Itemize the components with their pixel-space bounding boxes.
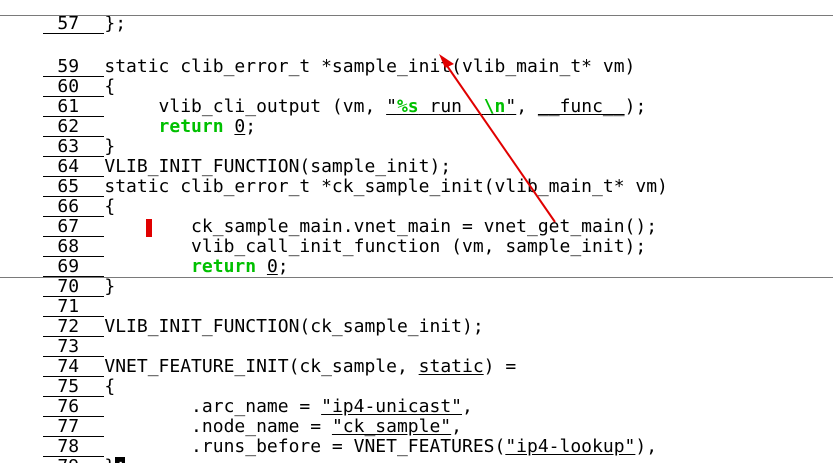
keyword-static: static bbox=[418, 356, 484, 377]
code-line: 62 return 0; bbox=[0, 97, 256, 137]
string-literal: "ip4-lookup" bbox=[505, 436, 636, 457]
code-segment: , bbox=[516, 96, 538, 117]
string-literal: "%s run \n" bbox=[386, 96, 516, 117]
keyword-return: return bbox=[191, 256, 257, 277]
code-line: 67 ck_sample_main.vnet_main = vnet_get_m… bbox=[0, 197, 657, 237]
code-line: 64 VLIB_INIT_FUNCTION(sample_init); bbox=[0, 137, 451, 177]
number-literal: 0 bbox=[234, 116, 246, 137]
code-line: 72 VLIB_INIT_FUNCTION(ck_sample_init); bbox=[0, 297, 484, 337]
code-text: }; bbox=[104, 456, 126, 463]
code-segment: ); bbox=[624, 96, 647, 117]
code-line: 77 .node_name = "ck_sample", bbox=[0, 397, 462, 437]
code-segment: , bbox=[462, 396, 473, 417]
code-text: return 0; bbox=[104, 116, 257, 137]
line-number: 57 bbox=[43, 14, 105, 34]
quote: " bbox=[505, 96, 517, 117]
code-segment: ) = bbox=[483, 356, 517, 377]
change-marker bbox=[146, 219, 152, 237]
string-text: run bbox=[418, 96, 484, 117]
code-segment: VNET_FEATURE_INIT(ck_sample, bbox=[104, 356, 419, 377]
code-line: 60{ bbox=[0, 57, 115, 97]
code-text: }; bbox=[104, 13, 127, 34]
keyword-return: return bbox=[158, 116, 224, 137]
text-cursor[interactable]: ; bbox=[115, 457, 126, 463]
number-literal: 0 bbox=[266, 256, 278, 277]
code-line: 59 static clib_error_t *sample_init(vlib_… bbox=[0, 37, 635, 77]
code-segment: } bbox=[104, 456, 115, 463]
code-segment: ), bbox=[635, 436, 658, 457]
code-line: 68 vlib_call_init_function (vm, sample_i… bbox=[0, 217, 646, 257]
code-line: 65 static clib_error_t *ck_sample_init(vl… bbox=[0, 157, 668, 197]
code-text: .runs_before = VNET_FEATURES("ip4-lookup… bbox=[104, 436, 657, 457]
code-text: VLIB_INIT_FUNCTION(ck_sample_init); bbox=[104, 316, 484, 337]
code-line: 74 VNET_FEATURE_INIT(ck_sample, static) = bbox=[0, 337, 516, 377]
code-line: 61 vlib_cli_output (vm, "%s run \n", __f… bbox=[0, 77, 646, 117]
code-line: 63} bbox=[0, 117, 115, 157]
code-text: } bbox=[104, 276, 116, 297]
code-segment: ; bbox=[277, 256, 289, 277]
code-text: VNET_FEATURE_INIT(ck_sample, static) = bbox=[104, 356, 516, 377]
code-line: 69 return 0; bbox=[0, 237, 289, 277]
code-line: 78 .runs_before = VNET_FEATURES("ip4-loo… bbox=[0, 417, 657, 457]
code-line: 71 bbox=[0, 277, 105, 317]
code-line: 66{ bbox=[0, 177, 115, 217]
quote: " bbox=[386, 96, 397, 117]
code-text: static clib_error_t *sample_init(vlib_ma… bbox=[104, 56, 636, 77]
code-text: return 0; bbox=[104, 256, 289, 277]
editor-divider bbox=[0, 15, 833, 16]
editor-divider bbox=[0, 277, 833, 278]
code-line: 79}; bbox=[0, 437, 126, 463]
code-line: 73 bbox=[0, 317, 105, 357]
code-line: 75{ bbox=[0, 357, 115, 397]
func-macro: __func__ bbox=[537, 96, 625, 117]
line-number: 79 bbox=[43, 457, 104, 463]
format-specifier: %s bbox=[396, 96, 419, 117]
code-segment: .runs_before = VNET_FEATURES( bbox=[104, 436, 506, 457]
code-line: 57}; bbox=[0, 0, 126, 34]
escape-sequence: \n bbox=[483, 96, 506, 117]
code-text: static clib_error_t *ck_sample_init(vlib… bbox=[104, 176, 668, 197]
code-line: 70} bbox=[0, 257, 115, 297]
code-segment: ; bbox=[245, 116, 257, 137]
code-line: 76 .arc_name = "ip4-unicast", bbox=[0, 377, 473, 417]
code-editor[interactable]: 57}; 59 static clib_error_t *sample_init(… bbox=[0, 0, 833, 463]
